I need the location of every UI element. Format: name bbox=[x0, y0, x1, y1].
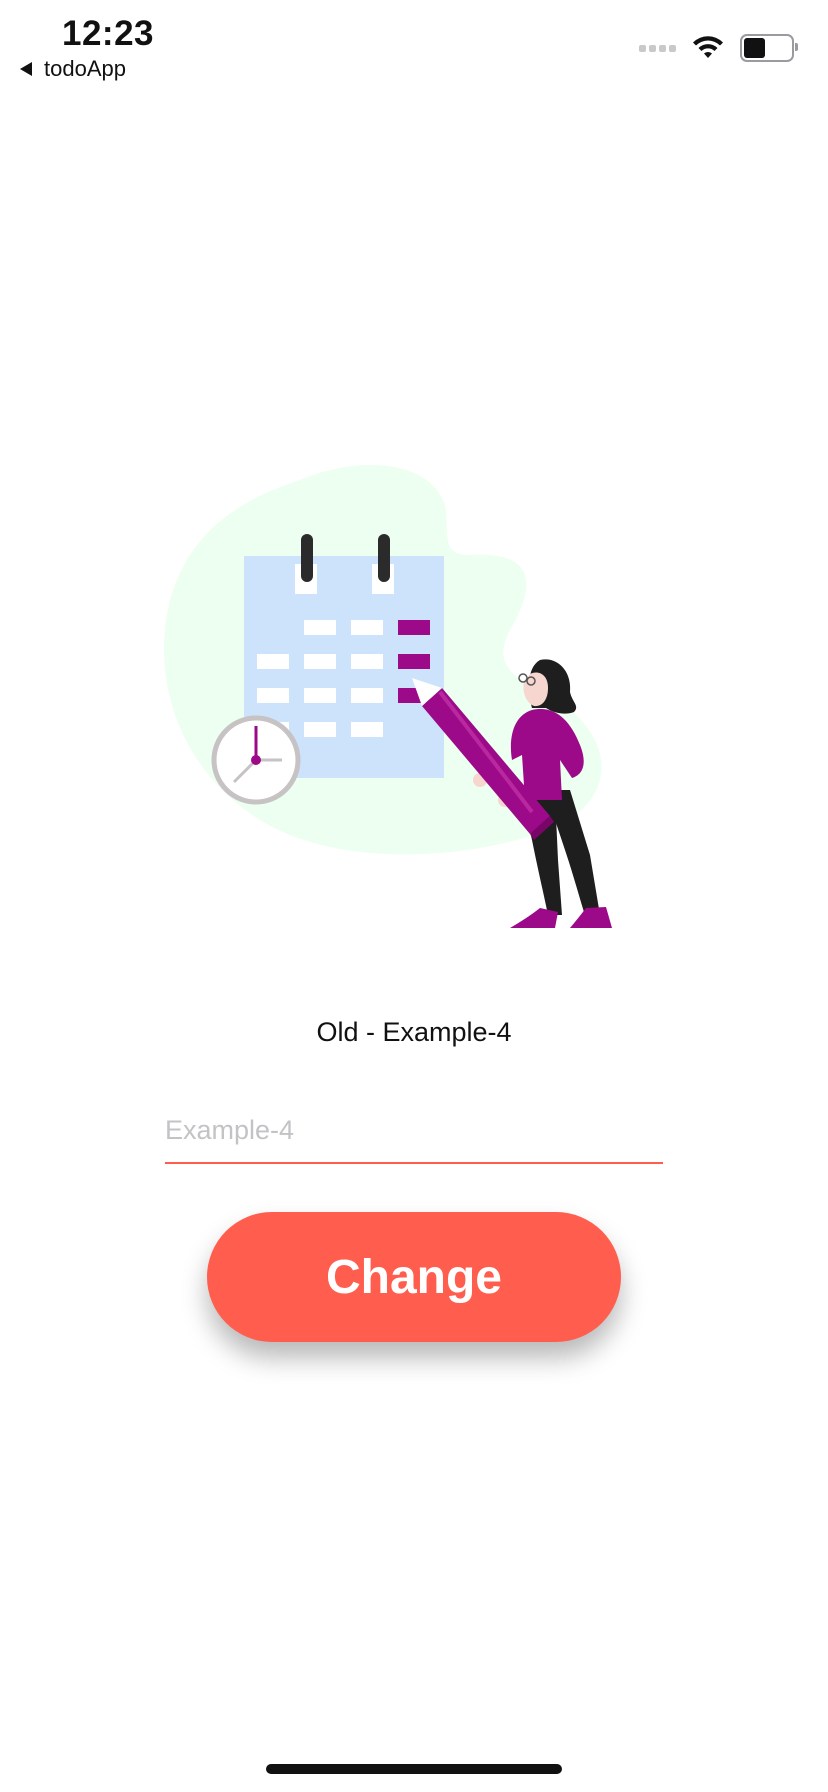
status-icons bbox=[639, 34, 798, 62]
back-to-app-link[interactable]: todoApp bbox=[20, 56, 126, 82]
signal-icon bbox=[639, 44, 676, 52]
calendar-woman-pencil-illustration bbox=[164, 465, 612, 928]
battery-level bbox=[744, 38, 765, 58]
name-input-wrapper bbox=[165, 1105, 663, 1164]
calendar-ring-right bbox=[378, 534, 390, 582]
status-time: 12:23 bbox=[62, 14, 155, 53]
back-app-label: todoApp bbox=[44, 56, 126, 81]
wifi-icon bbox=[693, 36, 723, 58]
home-indicator[interactable] bbox=[266, 1764, 562, 1774]
calendar-ring-left bbox=[301, 534, 313, 582]
back-arrow-icon bbox=[20, 62, 32, 76]
status-bar: 12:23 todoApp bbox=[0, 0, 828, 90]
old-value-label: Old - Example-4 bbox=[316, 1017, 512, 1047]
battery-icon bbox=[740, 34, 798, 62]
change-button[interactable]: Change bbox=[207, 1212, 621, 1342]
clock-icon bbox=[211, 715, 301, 805]
todo-name-input[interactable] bbox=[165, 1105, 663, 1164]
